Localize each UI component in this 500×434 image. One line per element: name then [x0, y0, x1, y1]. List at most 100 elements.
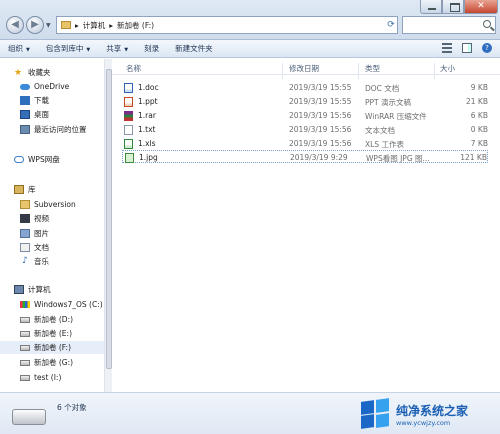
minimize-button[interactable]	[420, 0, 442, 14]
document-icon	[20, 243, 30, 252]
sidebar-item-label: 下载	[34, 96, 49, 105]
sidebar-item-libraries[interactable]: 库	[14, 183, 105, 196]
navigation-pane: ★ 收藏夹 OneDrive 下载 桌面 最近访问的位置 WPS网盘 库 Sub…	[0, 59, 106, 392]
watermark-title: 纯净系统之家	[396, 403, 469, 418]
column-size[interactable]: 大小	[440, 63, 455, 74]
library-icon	[14, 185, 24, 194]
drive-icon	[20, 374, 30, 381]
file-size: 0 KB	[470, 125, 488, 134]
breadcrumb-computer[interactable]: 计算机	[83, 20, 106, 31]
sidebar-item-label: 图片	[34, 229, 49, 238]
picture-icon	[20, 229, 30, 238]
txt-file-icon	[124, 125, 133, 135]
close-button[interactable]: ✕	[464, 0, 498, 14]
column-header: 名称 修改日期 类型 大小	[112, 59, 500, 79]
star-icon: ★	[14, 67, 23, 78]
computer-icon	[14, 285, 24, 294]
watermark-url: www.ycwjzy.com	[396, 418, 451, 427]
sidebar-item-label: test (I:)	[34, 373, 62, 382]
watermark: 纯净系统之家 www.ycwjzy.com	[360, 394, 500, 434]
title-bar: ✕ ◀ ▶ ▼ ▸ 计算机 ▸ 新加卷 (F:) ⟳	[0, 0, 500, 40]
address-bar[interactable]: ▸ 计算机 ▸ 新加卷 (F:)	[56, 16, 398, 34]
sidebar-item-label: 新加卷 (F:)	[34, 343, 71, 352]
windows-logo-icon	[360, 398, 390, 429]
drive-icon	[20, 344, 30, 351]
sidebar-item-desktop[interactable]: 桌面	[20, 108, 105, 121]
ppt-file-icon	[124, 97, 133, 107]
recent-pages-dropdown[interactable]: ▼	[46, 22, 51, 29]
share-button[interactable]: 共享 ▼	[98, 40, 136, 58]
file-name: 1.ppt	[138, 97, 158, 106]
file-row[interactable]: 1.txt 2019/3/19 15:56 文本文档 0 KB	[122, 123, 488, 136]
file-modified: 2019/3/19 9:29	[290, 153, 348, 162]
file-row[interactable]: 1.xls 2019/3/19 15:56 XLS 工作表 7 KB	[122, 137, 488, 150]
search-input[interactable]	[402, 16, 496, 34]
sidebar-item-drive-d[interactable]: 新加卷 (D:)	[20, 313, 105, 326]
sidebar-item-label: WPS网盘	[28, 155, 60, 164]
file-row[interactable]: 1.rar 2019/3/19 15:56 WinRAR 压缩文件 6 KB	[122, 109, 488, 122]
folder-icon	[20, 200, 30, 209]
include-in-library-button[interactable]: 包含到库中 ▼	[38, 40, 98, 58]
column-divider	[282, 63, 283, 79]
column-name[interactable]: 名称	[126, 63, 141, 74]
refresh-icon[interactable]: ⟳	[385, 17, 397, 33]
sidebar-item-drive-c[interactable]: Windows7_OS (C:)	[20, 298, 105, 311]
jpg-file-icon	[125, 153, 134, 163]
command-bar: 组织 ▼ 包含到库中 ▼ 共享 ▼ 刻录 新建文件夹 ?	[0, 40, 500, 58]
file-type: XLS 工作表	[365, 140, 404, 149]
sidebar-item-downloads[interactable]: 下载	[20, 94, 105, 107]
sidebar-item-documents[interactable]: 文档	[20, 241, 105, 254]
file-name: 1.rar	[138, 111, 156, 120]
file-row[interactable]: 1.doc 2019/3/19 15:55 DOC 文档 9 KB	[122, 81, 488, 94]
preview-pane-icon[interactable]	[462, 43, 472, 53]
help-icon[interactable]: ?	[482, 43, 492, 53]
search-icon	[483, 20, 491, 28]
sidebar-item-label: 视频	[34, 214, 49, 223]
sidebar-item-pictures[interactable]: 图片	[20, 227, 105, 240]
back-button[interactable]: ◀	[6, 16, 24, 34]
column-modified[interactable]: 修改日期	[289, 63, 319, 74]
chevron-down-icon: ▼	[86, 46, 91, 53]
new-folder-button[interactable]: 新建文件夹	[167, 40, 221, 58]
sidebar-item-drive-i[interactable]: test (I:)	[20, 371, 105, 384]
sidebar-item-drive-g[interactable]: 新加卷 (G:)	[20, 356, 105, 369]
file-size: 7 KB	[470, 139, 488, 148]
sidebar-scrollbar[interactable]	[104, 59, 112, 392]
sidebar-item-favorites[interactable]: ★ 收藏夹	[14, 66, 105, 79]
file-size: 9 KB	[470, 83, 488, 92]
sidebar-item-recent-places[interactable]: 最近访问的位置	[20, 123, 105, 136]
file-type: DOC 文档	[365, 84, 400, 93]
change-view-icon[interactable]	[442, 43, 452, 53]
organize-button[interactable]: 组织 ▼	[0, 40, 38, 58]
doc-file-icon	[124, 83, 133, 93]
sidebar-item-computer[interactable]: 计算机	[14, 283, 105, 296]
file-list: 名称 修改日期 类型 大小 1.doc 2019/3/19 15:55 DOC …	[112, 59, 500, 392]
sidebar-item-onedrive[interactable]: OneDrive	[20, 80, 105, 93]
sidebar-item-label: 文档	[34, 243, 49, 252]
forward-button[interactable]: ▶	[26, 16, 44, 34]
burn-button[interactable]: 刻录	[136, 40, 167, 58]
file-modified: 2019/3/19 15:56	[289, 139, 352, 148]
sidebar-item-label: 收藏夹	[28, 68, 51, 77]
sidebar-item-label: 新加卷 (G:)	[34, 358, 74, 367]
file-name: 1.doc	[138, 83, 159, 92]
file-type: WinRAR 压缩文件	[365, 112, 427, 121]
file-name: 1.txt	[138, 125, 156, 134]
maximize-button[interactable]	[442, 0, 464, 14]
file-name: 1.jpg	[139, 153, 158, 162]
folder-icon	[61, 21, 71, 29]
sidebar-item-label: 最近访问的位置	[34, 125, 87, 134]
drive-icon	[20, 330, 30, 337]
sidebar-item-music[interactable]: ♪ 音乐	[20, 255, 105, 268]
file-row[interactable]: 1.ppt 2019/3/19 15:55 PPT 演示文稿 21 KB	[122, 95, 488, 108]
sidebar-item-subversion[interactable]: Subversion	[20, 198, 105, 211]
sidebar-item-drive-f[interactable]: 新加卷 (F:)	[0, 341, 104, 354]
sidebar-item-drive-e[interactable]: 新加卷 (E:)	[20, 327, 105, 340]
sidebar-item-label: 桌面	[34, 110, 49, 119]
sidebar-item-videos[interactable]: 视频	[20, 212, 105, 225]
breadcrumb-drive[interactable]: 新加卷 (F:)	[117, 20, 154, 31]
sidebar-item-wps-cloud[interactable]: WPS网盘	[14, 153, 105, 166]
file-row[interactable]: 1.jpg 2019/3/19 9:29 WPS看图 JPG 图... 121 …	[122, 150, 488, 163]
desktop-icon	[20, 110, 30, 119]
column-type[interactable]: 类型	[365, 63, 380, 74]
